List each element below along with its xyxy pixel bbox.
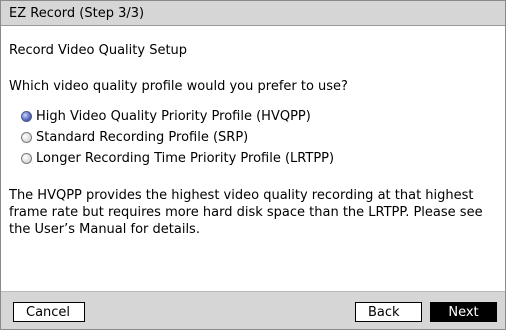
- question-text: Which video quality profile would you pr…: [9, 79, 348, 94]
- radio-unselected-icon[interactable]: [21, 152, 32, 164]
- title-bar: EZ Record (Step 3/3): [1, 1, 505, 26]
- button-bar: Cancel Back Next: [1, 292, 505, 329]
- option-lrtpp-label: Longer Recording Time Priority Profile (…: [36, 150, 335, 166]
- radio-unselected-icon[interactable]: [21, 131, 32, 143]
- ez-record-dialog: EZ Record (Step 3/3) Record Video Qualit…: [0, 0, 506, 330]
- option-hvqpp-label: High Video Quality Priority Profile (HVQ…: [36, 108, 311, 124]
- option-hvqpp[interactable]: High Video Quality Priority Profile (HVQ…: [21, 107, 311, 125]
- option-srp-label: Standard Recording Profile (SRP): [36, 129, 249, 145]
- radio-selected-icon[interactable]: [21, 110, 32, 122]
- next-button[interactable]: Next: [430, 302, 497, 322]
- profile-description: The HVQPP provides the highest video qua…: [9, 188, 483, 237]
- option-srp[interactable]: Standard Recording Profile (SRP): [21, 128, 248, 146]
- cancel-button[interactable]: Cancel: [13, 302, 85, 322]
- back-button[interactable]: Back: [355, 302, 422, 322]
- option-lrtpp[interactable]: Longer Recording Time Priority Profile (…: [21, 149, 334, 167]
- dialog-title: EZ Record (Step 3/3): [9, 6, 145, 21]
- section-title: Record Video Quality Setup: [9, 43, 188, 58]
- dialog-content: Record Video Quality Setup Which video q…: [1, 26, 505, 292]
